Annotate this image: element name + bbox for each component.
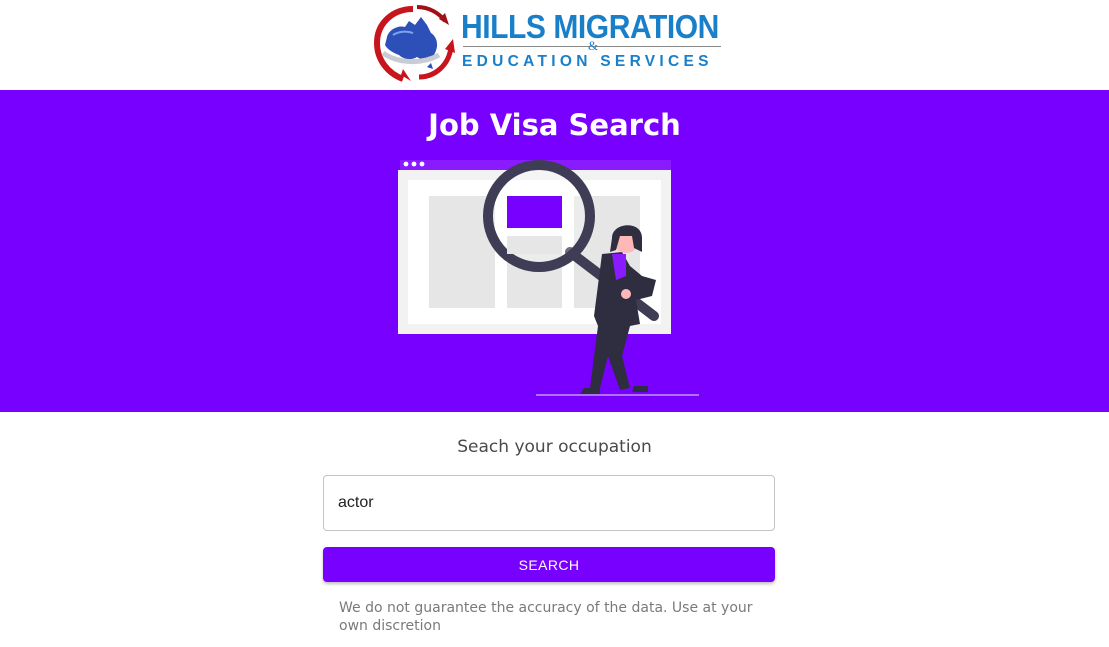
- brand-logo[interactable]: HILLS MIGRATION & EDUCATION SERVICES: [373, 3, 729, 83]
- search-label: Seach your occupation: [457, 437, 652, 457]
- occupation-search-input[interactable]: [323, 475, 775, 531]
- search-button[interactable]: SEARCH: [323, 547, 775, 582]
- hero-banner: Job Visa Search: [0, 90, 1109, 412]
- woman-with-magnifying-glass-illustration: [398, 160, 699, 396]
- disclaimer-text: We do not guarantee the accuracy of the …: [339, 600, 753, 634]
- brand-ampersand: &: [587, 38, 599, 53]
- site-header: HILLS MIGRATION & EDUCATION SERVICES: [0, 0, 1109, 90]
- brand-tagline: EDUCATION SERVICES: [462, 53, 713, 70]
- page-title: Job Visa Search: [428, 108, 681, 142]
